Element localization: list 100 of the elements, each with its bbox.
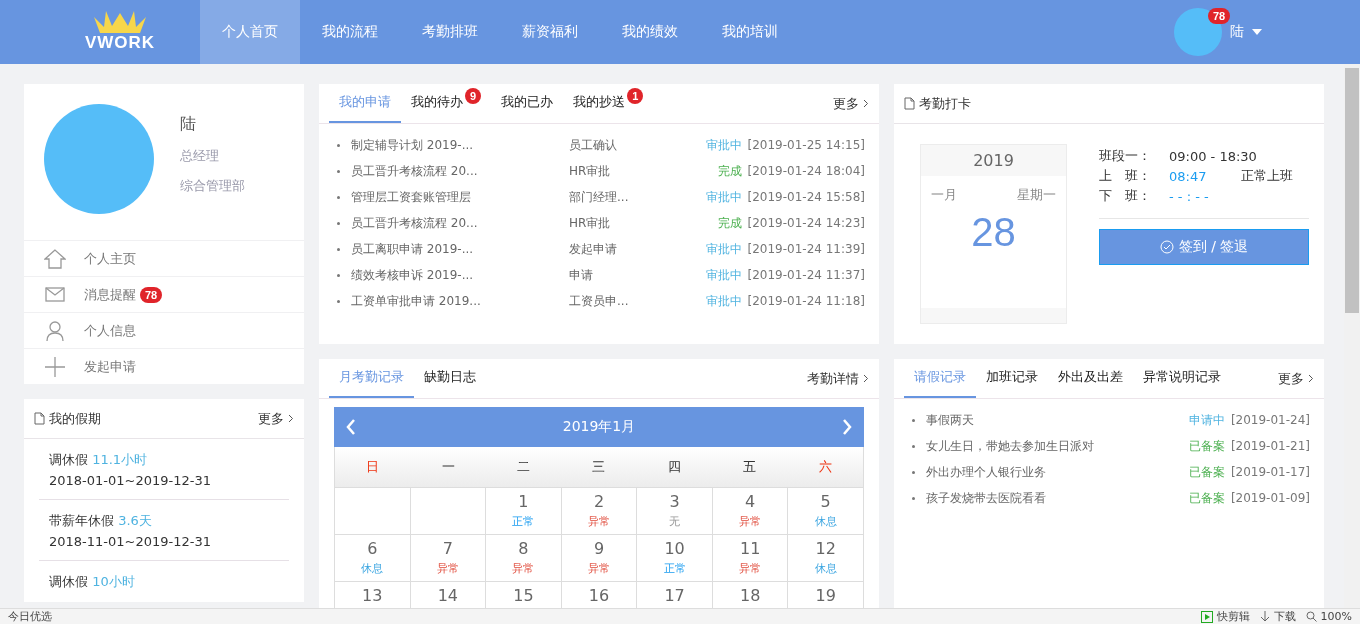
day-number[interactable]: 9 [593,539,605,558]
day-number[interactable]: 12 [815,539,836,558]
sign-in-button[interactable]: 签到 / 签退 [1099,229,1309,265]
bullet-icon [912,418,915,422]
bullet-icon [337,169,340,173]
request-title[interactable]: 绩效考核申诉 2019-... [351,266,563,284]
scrollbar-thumb[interactable] [1345,68,1359,313]
day-number[interactable]: 16 [588,586,610,605]
day-status: 休息 [814,514,837,529]
day-status: 异常 [588,561,610,576]
day-status: 异常 [436,561,459,576]
user-icon [46,320,64,341]
tab[interactable]: 外出及出差 [1048,359,1133,398]
menu-item[interactable]: 发起申请 [24,348,304,384]
request-title[interactable]: 管理层工资套账管理层 [351,188,563,206]
download-icon[interactable] [1259,610,1270,623]
shift-value: - - : - - [1169,188,1210,204]
status-item-label[interactable]: 下载 [1273,609,1296,624]
nav-tab[interactable]: 薪资福利 [500,0,600,64]
weekday-label: 四 [666,458,682,476]
day-number[interactable]: 15 [513,586,534,605]
tab[interactable]: 异常说明记录 [1133,359,1231,398]
tab[interactable]: 我的抄送 1 [563,84,654,123]
day-number[interactable]: 8 [518,539,529,558]
chevron-right-icon [1308,373,1314,383]
caret-down-icon[interactable] [1252,29,1262,35]
day-number[interactable]: 1 [518,492,529,511]
day-number[interactable]: 14 [437,586,459,605]
record-status: 申请中 [1188,411,1225,429]
menu-item[interactable]: 个人信息 [24,312,304,348]
tab[interactable]: 加班记录 [976,359,1048,398]
profile-name: 陆 [180,114,197,135]
tab[interactable]: 请假记录 [904,359,976,398]
day-number[interactable]: 17 [664,586,685,605]
nav-tab[interactable]: 我的绩效 [600,0,700,64]
day-number[interactable]: 13 [362,586,383,605]
vacation-type: 带薪年休假 3.6天 [49,512,153,530]
day-number[interactable]: 18 [739,586,761,605]
request-status: 审批中 [705,266,742,284]
record-title[interactable]: 孩子发烧带去医院看看 [926,489,1183,507]
weekday-label: 六 [817,458,833,476]
status-item-label[interactable]: 快剪辑 [1216,609,1250,624]
count-badge: 78 [140,286,163,303]
day-status: 休息 [814,561,837,576]
more-link[interactable]: 更多 [1278,369,1314,388]
menu-item[interactable]: 个人主页 [24,240,304,276]
day-number[interactable]: 19 [815,586,836,605]
date-weekday: 星期一 [1017,186,1056,204]
vacation-type: 调休假 11.1小时 [49,451,149,469]
record-date: [2019-01-09] [1230,491,1310,505]
request-time: [2019-01-24 11:18] [747,294,865,308]
user-name[interactable]: 陆 [1230,23,1244,41]
envelope-icon [45,287,65,302]
record-title[interactable]: 外出办理个人银行业务 [926,463,1183,481]
status-item-label[interactable]: 100% [1320,610,1352,623]
day-number[interactable]: 6 [367,539,378,558]
menu-item[interactable]: 消息提醒 78 [24,276,304,312]
day-number[interactable]: 4 [745,492,756,511]
record-title[interactable]: 事假两天 [926,411,1183,429]
previous-month-button[interactable] [346,419,356,435]
tab[interactable]: 我的已办 [491,84,564,123]
record-title[interactable]: 女儿生日，带她去参加生日派对 [926,437,1183,455]
shift-value: 09:00 - 18:30 [1169,148,1258,164]
details-link[interactable]: 考勤详情 [807,369,869,388]
request-title[interactable]: 员工离职申请 2019-... [351,240,563,258]
logo-text: VWORK [84,33,156,53]
tab[interactable]: 月考勤记录 [329,359,414,398]
vacation-range: 2018-11-01~2019-12-31 [49,534,212,549]
next-month-button[interactable] [842,419,852,435]
request-title[interactable]: 员工晋升考核流程 20... [351,214,563,232]
day-number[interactable]: 5 [820,492,831,511]
request-title[interactable]: 员工晋升考核流程 20... [351,162,563,180]
day-number[interactable]: 10 [664,539,685,558]
nav-tab[interactable]: 我的流程 [300,0,400,64]
day-number[interactable]: 3 [669,492,680,511]
more-link[interactable]: 更多 [258,409,294,428]
day-status: 无 [669,514,681,529]
request-status: 完成 [717,162,742,180]
more-link[interactable]: 更多 [833,94,869,113]
tab[interactable]: 我的申请 [329,84,401,123]
day-number[interactable]: 11 [739,539,761,558]
request-time: [2019-01-24 11:37] [747,268,865,282]
menu-label: 个人主页 [84,249,136,268]
request-title[interactable]: 工资单审批申请 2019... [351,292,563,310]
status-left-item[interactable]: 今日优选 [8,609,52,624]
profile-department: 综合管理部 [180,177,245,195]
request-title[interactable]: 制定辅导计划 2019-... [351,136,563,154]
nav-tab[interactable]: 我的培训 [700,0,800,64]
tab[interactable]: 我的待办 9 [401,84,492,123]
magnifier-icon[interactable] [1305,611,1317,622]
chevron-right-icon [863,98,869,108]
day-number[interactable]: 7 [442,539,453,558]
day-number[interactable]: 2 [593,492,605,511]
record-date: [2019-01-21] [1230,439,1310,453]
play-icon[interactable] [1200,610,1213,623]
day-status: 异常 [512,561,535,576]
card-title: 考勤打卡 [919,94,972,113]
tab[interactable]: 缺勤日志 [414,359,486,398]
bullet-icon [912,444,915,448]
nav-tab[interactable]: 考勤排班 [400,0,500,64]
